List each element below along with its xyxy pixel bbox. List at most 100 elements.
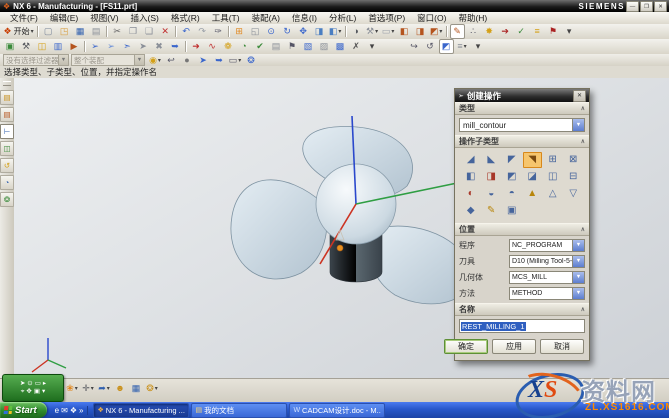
show-desktop[interactable]: ❖ (70, 406, 77, 415)
box-tool[interactable]: ▦ (129, 381, 144, 396)
datum-plane[interactable]: ✸ (482, 24, 497, 39)
menu-item-4[interactable]: 格式(R) (165, 12, 206, 24)
print[interactable]: ▤ (89, 24, 104, 39)
create-operation[interactable]: ▶ (67, 39, 82, 54)
menu-item-1[interactable]: 编辑(E) (44, 12, 84, 24)
assembly-navigator[interactable]: ▤ (0, 90, 14, 105)
minimize-button[interactable]: — (626, 1, 639, 12)
dialog-title-bar[interactable]: ➣ 创建操作 ✕ (455, 89, 589, 102)
fit-tool[interactable]: ▭ (35, 380, 41, 388)
menu-item-11[interactable]: 帮助(H) (452, 12, 493, 24)
dropdown-arrow-icon[interactable]: ▼ (134, 55, 144, 65)
contour-text[interactable]: ▲ (523, 186, 543, 202)
snap-point[interactable]: ∴ (466, 24, 481, 39)
zlevel-profile[interactable]: ⊞ (543, 152, 563, 168)
close-button[interactable]: ✕ (654, 1, 667, 12)
rest-milling[interactable]: ◥ (523, 152, 543, 168)
zoom[interactable]: ⊙ (264, 24, 279, 39)
open-file[interactable]: ◳ (57, 24, 72, 39)
pattern-object[interactable]: ≡▾ (455, 39, 470, 54)
move-object[interactable]: ↪ (407, 39, 422, 54)
curve-tool[interactable]: ➦▾ (97, 381, 112, 396)
operation-name-input[interactable]: REST_MILLING_1 (459, 319, 585, 333)
orient-view-top[interactable]: ◩▾ (429, 24, 444, 39)
shaded-view[interactable]: ◨ (312, 24, 327, 39)
select-filter-edge[interactable]: ➢ (104, 39, 119, 54)
streamline[interactable]: △ (543, 186, 563, 202)
operation-navigator[interactable]: ⊢ (0, 124, 14, 139)
contour-area-non-steep[interactable]: ◩ (502, 169, 522, 185)
refresh-view[interactable]: ❀▾ (65, 381, 80, 396)
selection-scope-combo[interactable]: 整个装配 ▼ (71, 54, 145, 66)
history-palette[interactable]: ❂ (0, 192, 14, 207)
ok-button[interactable]: 确定 (444, 339, 488, 354)
dropdown-arrow-icon[interactable]: ▼ (572, 272, 584, 283)
start-button[interactable]: Start (0, 402, 47, 418)
propeller-blade-left[interactable] (231, 180, 327, 279)
machine-tool-navigator[interactable]: ◫ (0, 141, 14, 156)
new-file[interactable]: ▢ (41, 24, 56, 39)
program-field-combo[interactable]: NC_PROGRAM▼ (509, 239, 585, 252)
view-popup-palette[interactable]: ➤⊙▭▸⌖✥▣▾ (2, 374, 64, 402)
quicklaunch-expand[interactable]: » (79, 406, 83, 415)
zoom-tool[interactable]: ⊙ (27, 380, 32, 388)
hd3d-tools[interactable]: ◔ (0, 175, 14, 190)
select-filter-body[interactable]: ➣ (120, 39, 135, 54)
snap-view-tool[interactable]: ▣ (34, 388, 40, 396)
orient-view-iso[interactable]: ◨ (413, 24, 428, 39)
dropdown-arrow-icon[interactable]: ▼ (572, 119, 584, 131)
reuse-library[interactable]: ↺ (0, 158, 14, 173)
display-mode[interactable]: ◧▾ (328, 24, 343, 39)
apply-button[interactable]: 应用 (492, 339, 536, 354)
selection-filter-combo[interactable]: 没有选择过滤器 ▼ (3, 54, 69, 66)
plunge-milling[interactable]: ◣ (482, 152, 502, 168)
touch-mode[interactable]: ✑ (211, 24, 226, 39)
menu-item-6[interactable]: 装配(A) (246, 12, 286, 24)
section-type[interactable]: 类型 ∧ (455, 102, 589, 115)
geometry-field-combo[interactable]: MCS_MILL▼ (509, 271, 585, 284)
dialog-close-icon[interactable]: ✕ (573, 90, 586, 102)
mill-user[interactable]: ◆ (461, 203, 481, 219)
rotate-view[interactable]: ↻ (280, 24, 295, 39)
collapse-arrow-icon[interactable]: ∧ (581, 306, 585, 313)
menu-item-9[interactable]: 首选项(P) (362, 12, 411, 24)
dropdown-arrow-icon[interactable]: ▼ (572, 288, 584, 299)
cut[interactable]: ✂ (110, 24, 125, 39)
cancel-tool[interactable]: ✗ (349, 39, 364, 54)
contour-area[interactable]: ◧ (461, 169, 481, 185)
resource-bar-grip[interactable] (3, 81, 11, 86)
paste[interactable]: ❏ (142, 24, 157, 39)
collapse-arrow-icon[interactable]: ∧ (581, 105, 585, 112)
color-swatch[interactable]: ▭▾ (381, 24, 396, 39)
pan-view[interactable]: ✥ (296, 24, 311, 39)
geometry-view[interactable]: ▨ (317, 39, 332, 54)
flowcut-single[interactable]: ◫ (543, 169, 563, 185)
half-shade[interactable]: ◑ (349, 24, 364, 39)
measure-distance[interactable]: ✓ (514, 24, 529, 39)
transform-object[interactable]: ◩ (439, 39, 454, 54)
create-tool[interactable]: ⚒ (19, 39, 34, 54)
pan-tool[interactable]: ➤ (20, 380, 25, 388)
create-program[interactable]: ▣ (3, 39, 18, 54)
orbit-tool[interactable]: ⌖ (21, 388, 25, 396)
type-combo[interactable]: mill_contour ▼ (459, 118, 585, 132)
sketch-curve[interactable]: ✎ (450, 24, 465, 39)
task-my-documents[interactable]: ▤我的文档 (191, 403, 287, 418)
constraint-pairs[interactable]: ≡ (530, 24, 545, 39)
cancel-button[interactable]: 取消 (540, 339, 584, 354)
crosshair-tool[interactable]: ✛▾ (81, 381, 96, 396)
tool-field-combo[interactable]: D10 (Milling Tool-5-P▼ (509, 255, 585, 268)
redo[interactable]: ↷ (195, 24, 210, 39)
point-constructor[interactable]: ➔ (498, 24, 513, 39)
avatar-tool[interactable]: ☻ (113, 381, 128, 396)
profile-3d[interactable]: ◓ (502, 186, 522, 202)
ie-quicklaunch[interactable]: e (55, 406, 59, 415)
select-filter-face[interactable]: ➢ (88, 39, 103, 54)
collapse-arrow-icon[interactable]: ∧ (581, 226, 585, 233)
program-order-view[interactable]: ▩ (333, 39, 348, 54)
origin-handle[interactable] (337, 245, 343, 251)
part-navigator[interactable]: ▤ (0, 107, 14, 122)
zlevel-corner[interactable]: ⊠ (564, 152, 584, 168)
expand-tool[interactable]: ▸ (43, 380, 46, 388)
dropdown-arrow-icon[interactable]: ▼ (58, 55, 68, 65)
